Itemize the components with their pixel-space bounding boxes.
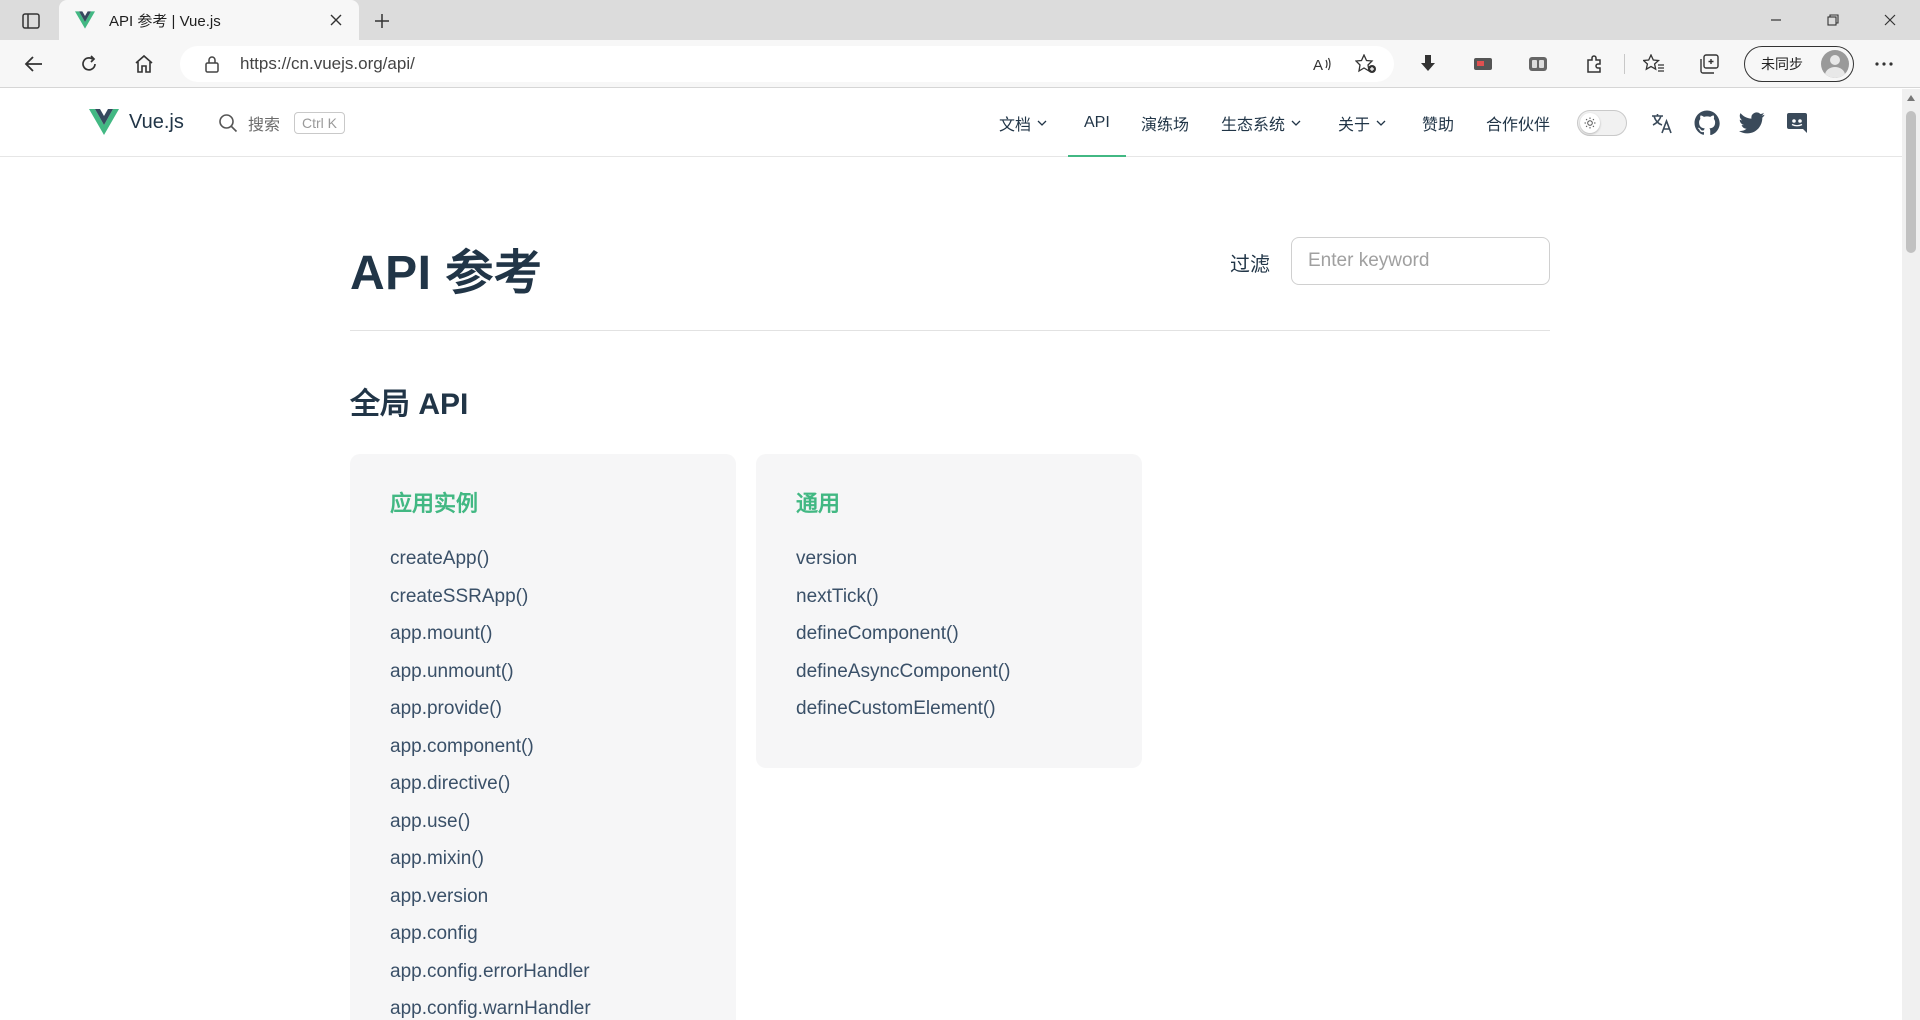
more-icon[interactable] — [1866, 48, 1902, 80]
svg-text:A: A — [1313, 57, 1323, 73]
api-link[interactable]: app.directive() — [390, 765, 696, 803]
add-favorite-icon[interactable] — [1354, 52, 1378, 76]
api-link[interactable]: defineAsyncComponent() — [796, 653, 1102, 691]
avatar — [1821, 50, 1849, 78]
home-icon[interactable] — [126, 48, 162, 80]
lock-icon[interactable] — [202, 54, 222, 74]
nav-sponsor-label: 赞助 — [1422, 117, 1455, 134]
search-label: 搜索 — [248, 117, 281, 134]
nav-sponsor[interactable]: 赞助 — [1422, 89, 1454, 157]
browser-tab-bar: API 参考 | Vue.js — [0, 0, 1920, 40]
twitter-icon[interactable] — [1738, 109, 1766, 137]
api-link[interactable]: app.config.errorHandler — [390, 953, 696, 991]
restore-icon[interactable] — [1805, 0, 1861, 40]
api-link[interactable]: app.provide() — [390, 690, 696, 728]
nav-playground[interactable]: 演练场 — [1141, 89, 1189, 157]
api-link[interactable]: app.component() — [390, 728, 696, 766]
card-title: 通用 — [796, 491, 841, 516]
api-link[interactable]: defineCustomElement() — [796, 690, 1102, 728]
api-link[interactable]: app.version — [390, 878, 696, 916]
api-link[interactable]: app.use() — [390, 803, 696, 841]
vue-logo-icon — [89, 109, 119, 135]
api-link[interactable]: app.config — [390, 915, 696, 953]
nav-partners-label: 合作伙伴 — [1486, 117, 1551, 134]
site-navbar: Vue.js 搜索 Ctrl K 文档 API 演练场 生态系统 关于 赞助 合… — [0, 89, 1902, 157]
page-viewport: Vue.js 搜索 Ctrl K 文档 API 演练场 生态系统 关于 赞助 合… — [0, 89, 1902, 1020]
discord-icon[interactable] — [1783, 109, 1811, 137]
chevron-down-icon — [1291, 120, 1301, 126]
nav-api[interactable]: API — [1068, 89, 1126, 157]
scroll-up-icon[interactable] — [1902, 89, 1920, 107]
refresh-icon[interactable] — [71, 48, 107, 80]
search-shortcut: Ctrl K — [294, 112, 346, 134]
api-card-app-instance: 应用实例 createApp() createSSRApp() app.moun… — [350, 454, 736, 1020]
browser-tab[interactable]: API 参考 | Vue.js — [59, 0, 359, 40]
nav-playground-label: 演练场 — [1141, 117, 1190, 134]
api-link[interactable]: app.config.warnHandler — [390, 990, 696, 1020]
back-icon[interactable] — [16, 48, 52, 80]
page-scrollbar[interactable] — [1902, 89, 1920, 1020]
read-aloud-icon[interactable]: A — [1310, 52, 1334, 76]
title-divider — [350, 330, 1550, 331]
plus-icon[interactable] — [368, 7, 396, 35]
translate-icon[interactable] — [1648, 109, 1676, 137]
close-icon[interactable] — [325, 9, 347, 31]
split-screen-icon[interactable] — [1520, 48, 1556, 80]
api-link[interactable]: createApp() — [390, 540, 696, 578]
filter-input[interactable] — [1291, 237, 1550, 285]
api-link[interactable]: createSSRApp() — [390, 578, 696, 616]
collections-icon[interactable] — [1691, 48, 1727, 80]
chevron-down-icon — [1037, 120, 1047, 126]
nav-partners[interactable]: 合作伙伴 — [1486, 89, 1550, 157]
brand-link[interactable]: Vue.js — [89, 109, 184, 135]
nav-docs[interactable]: 文档 — [999, 89, 1047, 157]
profile-button[interactable]: 未同步 — [1744, 46, 1854, 82]
page-title: API 参考 — [350, 247, 543, 300]
minimize-icon[interactable] — [1748, 0, 1804, 40]
search-icon — [219, 114, 238, 133]
toolbar-divider — [1624, 54, 1625, 74]
api-link[interactable]: app.mount() — [390, 615, 696, 653]
url-text[interactable]: https://cn.vuejs.org/api/ — [240, 54, 415, 74]
api-link[interactable]: app.mixin() — [390, 840, 696, 878]
address-bar[interactable]: https://cn.vuejs.org/api/ A — [180, 46, 1394, 82]
api-link[interactable]: version — [796, 540, 1102, 578]
scroll-thumb[interactable] — [1906, 111, 1916, 253]
nav-docs-label: 文档 — [999, 117, 1032, 134]
api-card-general: 通用 version nextTick() defineComponent() … — [756, 454, 1142, 768]
puzzle-icon[interactable] — [1576, 48, 1612, 80]
appearance-toggle[interactable] — [1577, 110, 1627, 136]
browser-toolbar: https://cn.vuejs.org/api/ A 未同步 — [0, 40, 1920, 88]
favorites-icon[interactable] — [1636, 48, 1672, 80]
filter-label: 过滤 — [1230, 254, 1270, 276]
extension-icon[interactable] — [1465, 48, 1501, 80]
github-icon[interactable] — [1693, 109, 1721, 137]
section-title: 全局 API — [350, 388, 469, 421]
vue-favicon — [75, 11, 95, 29]
nav-api-label: API — [1084, 114, 1110, 131]
chevron-down-icon — [1376, 120, 1386, 126]
search-button[interactable]: 搜索 Ctrl K — [218, 109, 346, 137]
nav-about[interactable]: 关于 — [1338, 89, 1386, 157]
nav-ecosystem[interactable]: 生态系统 — [1221, 89, 1301, 157]
api-link[interactable]: nextTick() — [796, 578, 1102, 616]
api-link[interactable]: defineComponent() — [796, 615, 1102, 653]
sun-icon — [1580, 113, 1600, 133]
brand-name: Vue.js — [129, 110, 184, 133]
download-icon[interactable] — [1410, 48, 1446, 80]
profile-sync-label: 未同步 — [1761, 56, 1803, 72]
close-window-icon[interactable] — [1862, 0, 1918, 40]
card-title: 应用实例 — [390, 491, 479, 516]
tab-actions-icon[interactable] — [14, 8, 48, 34]
nav-ecosystem-label: 生态系统 — [1221, 117, 1286, 134]
api-link[interactable]: app.unmount() — [390, 653, 696, 691]
tab-title: API 参考 | Vue.js — [109, 12, 221, 30]
nav-about-label: 关于 — [1338, 117, 1371, 134]
